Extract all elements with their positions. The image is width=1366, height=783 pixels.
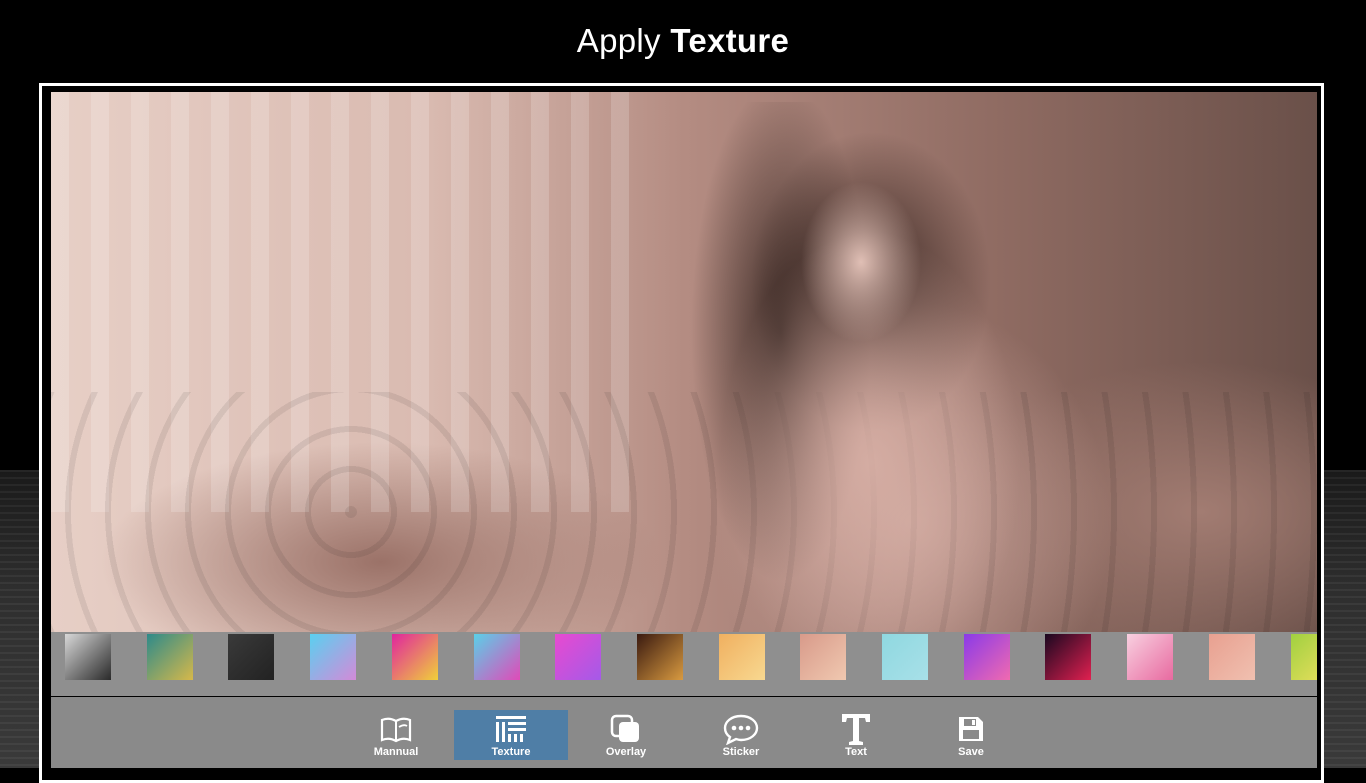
- texture-thumb-bokeh-green[interactable]: [146, 634, 193, 680]
- bottom-toolbar: Mannual Texture Overlay Sticker Text Sav…: [51, 697, 1317, 768]
- title-prefix: Apply: [576, 22, 661, 59]
- sticker-label: Sticker: [722, 746, 760, 758]
- texture-thumb-peach-poly[interactable]: [1208, 634, 1255, 680]
- text-button[interactable]: Text: [799, 710, 913, 760]
- photo-subject: [691, 102, 1111, 632]
- edited-photo: [51, 92, 1317, 632]
- mannual-label: Mannual: [373, 746, 419, 758]
- texture-thumb-dark-grid[interactable]: [228, 634, 275, 680]
- texture-thumb-lime-poly[interactable]: [1290, 634, 1317, 680]
- floppy-disk-icon: [914, 712, 1028, 746]
- texture-label: Texture: [491, 746, 531, 758]
- page-title: Apply Texture: [0, 22, 1366, 60]
- photo-sofa: [51, 392, 1317, 632]
- texture-thumb-pink-poly[interactable]: [555, 634, 602, 680]
- overlay-label: Overlay: [605, 746, 647, 758]
- book-icon: [339, 712, 453, 746]
- speech-bubble-icon: [684, 712, 798, 746]
- texture-thumb-pink-splash[interactable]: [1127, 634, 1174, 680]
- texture-thumb-sky-blue[interactable]: [310, 634, 357, 680]
- texture-thumb-light-cyan[interactable]: [882, 634, 928, 680]
- overlay-button[interactable]: Overlay: [569, 710, 683, 760]
- title-bold: Texture: [670, 22, 790, 59]
- texture-thumbnail-strip[interactable]: [51, 632, 1317, 696]
- save-button[interactable]: Save: [914, 710, 1028, 760]
- sticker-button[interactable]: Sticker: [684, 710, 798, 760]
- save-label: Save: [958, 746, 984, 758]
- texture-thumb-peach-bokeh[interactable]: [800, 634, 847, 680]
- mannual-button[interactable]: Mannual: [339, 710, 453, 760]
- texture-thumb-portrait[interactable]: [65, 634, 111, 680]
- overlay-icon: [569, 712, 683, 746]
- texture-thumb-purple-poly[interactable]: [963, 634, 1010, 680]
- texture-thumb-rainbow-poly[interactable]: [391, 634, 438, 680]
- text-t-icon: [799, 712, 913, 746]
- texture-thumb-red-galaxy[interactable]: [1045, 634, 1092, 680]
- texture-thumb-cyan-poly[interactable]: [473, 634, 520, 680]
- texture-thumb-gold-lights[interactable]: [636, 634, 683, 680]
- texture-button[interactable]: Texture: [454, 710, 568, 760]
- texture-grid-icon: [454, 712, 568, 746]
- texture-thumb-orange-gradient[interactable]: [718, 634, 765, 680]
- text-label: Text: [845, 746, 867, 758]
